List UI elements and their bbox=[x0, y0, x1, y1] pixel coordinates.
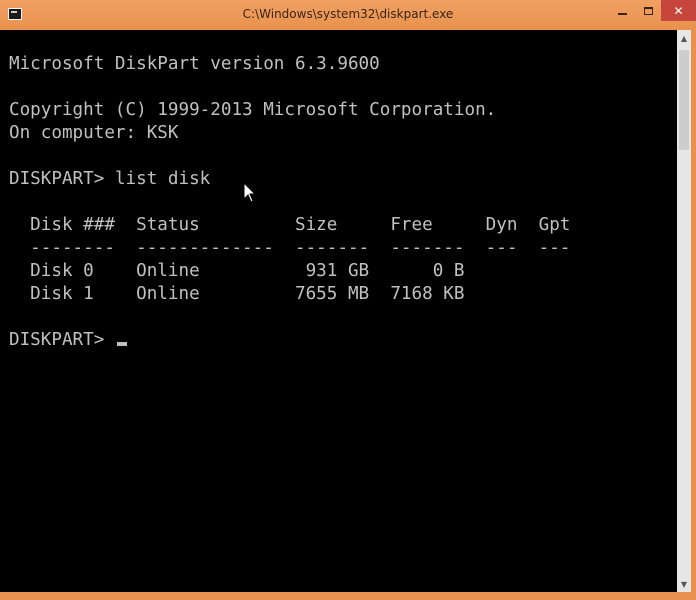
maximize-button[interactable] bbox=[635, 0, 661, 21]
console-output[interactable]: Microsoft DiskPart version 6.3.9600 Copy… bbox=[0, 30, 677, 592]
vertical-scrollbar[interactable]: ▲ ▼ bbox=[677, 30, 691, 592]
title-bar[interactable]: C:\Windows\system32\diskpart.exe ✕ bbox=[0, 0, 696, 30]
mouse-pointer-icon bbox=[243, 182, 257, 203]
close-button[interactable]: ✕ bbox=[661, 0, 696, 21]
prompt-text: DISKPART> bbox=[9, 330, 115, 350]
window-title: C:\Windows\system32\diskpart.exe bbox=[242, 7, 454, 21]
disk-row-0: Disk 0 Online 931 GB 0 B bbox=[9, 261, 465, 281]
prompt-line[interactable]: DISKPART> bbox=[9, 330, 127, 350]
console-text: Microsoft DiskPart version 6.3.9600 Copy… bbox=[9, 30, 570, 352]
scrollbar-thumb[interactable] bbox=[679, 50, 689, 150]
version-line: Microsoft DiskPart version 6.3.9600 bbox=[9, 54, 380, 74]
window-bottom-border bbox=[0, 592, 696, 600]
copyright-line: Copyright (C) 1999-2013 Microsoft Corpor… bbox=[9, 100, 497, 120]
scroll-down-arrow-icon[interactable]: ▼ bbox=[677, 576, 691, 592]
command-line: DISKPART> list disk bbox=[9, 169, 211, 189]
disk-row-1: Disk 1 Online 7655 MB 7168 KB bbox=[9, 284, 465, 304]
scroll-up-arrow-icon[interactable]: ▲ bbox=[677, 30, 691, 46]
disk-table-header: Disk ### Status Size Free Dyn Gpt bbox=[9, 215, 571, 235]
maximize-icon bbox=[643, 6, 653, 15]
diskpart-window: C:\Windows\system32\diskpart.exe ✕ Micro… bbox=[0, 0, 696, 600]
disk-table-separator: -------- ------------- ------- ------- -… bbox=[9, 238, 571, 258]
computer-line: On computer: KSK bbox=[9, 123, 179, 143]
minimize-icon bbox=[617, 13, 627, 15]
minimize-button[interactable] bbox=[609, 0, 635, 21]
text-cursor bbox=[116, 342, 127, 346]
